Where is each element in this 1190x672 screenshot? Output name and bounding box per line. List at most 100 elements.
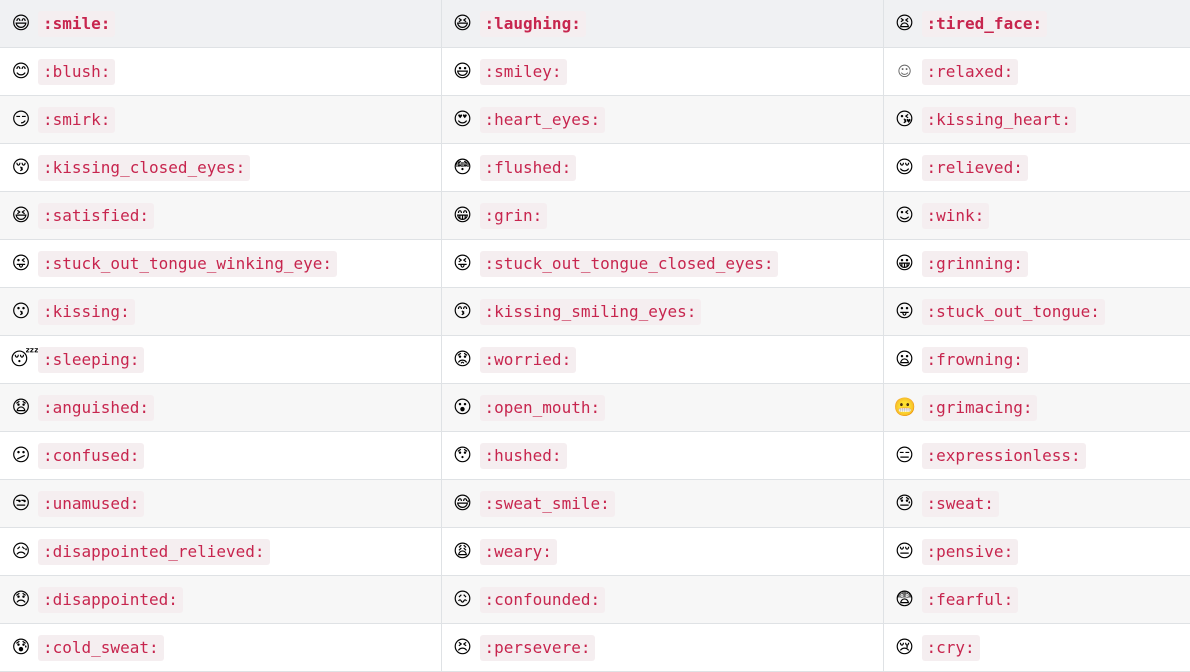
cold-sweat-icon: 😰: [11, 636, 31, 658]
sweat-icon: 😓: [895, 492, 914, 514]
disappointed-relieved-icon: 😥: [11, 540, 31, 562]
table-row: 😒 :unamused: 😅:sweat_smile: 😓 :sweat:: [0, 479, 1190, 528]
grimacing-icon: 😬: [893, 396, 916, 418]
expressionless-icon: 😑: [895, 444, 914, 466]
emoji-code: :disappointed:: [38, 586, 183, 613]
table-cell: 😊 :blush:: [0, 47, 442, 96]
emoji-code: :pensive:: [921, 538, 1019, 565]
grinning-icon: 😀: [895, 252, 914, 274]
stuck-out-tongue-winking-eye-icon: 😜: [11, 252, 31, 274]
emoji-code: :grimacing:: [921, 394, 1038, 421]
table-cell: 😒 :unamused:: [0, 479, 442, 528]
wink-icon: 😉: [895, 204, 914, 226]
table-cell: 😗 :kissing:: [0, 287, 442, 336]
table-cell: 😬:grimacing:: [883, 383, 1190, 432]
emoji-code: :weary:: [479, 538, 557, 565]
blush-icon: 😊: [11, 60, 31, 82]
emoji-code: :grinning:: [921, 250, 1028, 277]
table-cell: 😥:disappointed_relieved:: [0, 527, 442, 576]
smirk-icon: 😏: [11, 108, 31, 130]
table-cell: 😯:hushed:: [441, 431, 884, 480]
table-cell: ☺ :relaxed:: [883, 47, 1190, 96]
table-cell: 😢 :cry:: [883, 623, 1190, 672]
worried-icon: 😟: [453, 348, 472, 370]
table-cell: 😃 :smiley:: [441, 47, 884, 96]
table-cell: 😌:relieved:: [883, 143, 1190, 192]
stuck-out-tongue-icon: 😛: [895, 300, 914, 322]
table-cell: 😮 :open_mouth:: [441, 383, 884, 432]
table-cell: 😴:sleeping:: [0, 335, 442, 384]
table-row: 😞:disappointed: 😖:confounded: 😨:fearful:: [0, 575, 1190, 624]
emoji-code: :cry:: [921, 634, 980, 661]
confounded-icon: 😖: [453, 588, 472, 610]
emoji-code: :heart_eyes:: [479, 106, 606, 133]
table-cell: 😣:persevere:: [441, 623, 884, 672]
heart-eyes-icon: 😍: [453, 108, 472, 130]
table-cell: 😁 :grin:: [441, 191, 884, 240]
emoji-code: :stuck_out_tongue_winking_eye:: [38, 250, 337, 277]
emoji-code: :open_mouth:: [479, 394, 606, 421]
table-cell: 😕:confused:: [0, 431, 442, 480]
emoji-code: :smiley:: [479, 58, 567, 85]
table-row: 😕:confused: 😯:hushed: 😑:expressionless:: [0, 431, 1190, 480]
table-cell: 😨 :fearful:: [883, 575, 1190, 624]
kissing-heart-icon: 😘: [895, 108, 914, 130]
kissing-smiling-eyes-icon: 😙: [453, 300, 472, 322]
table-row: 😰:cold_sweat: 😣:persevere: 😢 :cry:: [0, 623, 1190, 672]
table-cell: 😆:laughing:: [441, 0, 884, 48]
relaxed-icon: ☺: [897, 63, 912, 80]
emoji-code: :smirk:: [38, 106, 116, 133]
table-row: 😆:satisfied: 😁:grin: 😉:wink:: [0, 191, 1190, 240]
emoji-code: :anguished:: [38, 394, 154, 421]
table-cell: 😅:sweat_smile:: [441, 479, 884, 528]
cry-icon: 😢: [895, 636, 914, 658]
table-cell: 😰:cold_sweat:: [0, 623, 442, 672]
emoji-code: :fearful:: [921, 586, 1019, 613]
open-mouth-icon: 😮: [453, 396, 472, 418]
table-cell: 😳:flushed:: [441, 143, 884, 192]
disappointed-icon: 😞: [11, 588, 31, 610]
table-row: 😜 :stuck_out_tongue_winking_eye: 😝 :stuck_…: [0, 239, 1190, 288]
stuck-out-tongue-closed-eyes-icon: 😝: [453, 252, 472, 274]
table-cell: 😛:stuck_out_tongue:: [883, 287, 1190, 336]
emoji-code: :persevere:: [479, 634, 596, 661]
emoji-code: :kissing:: [38, 298, 135, 325]
table-cell: 😞 :disappointed:: [0, 575, 442, 624]
satisfied-icon: 😆: [11, 204, 31, 226]
table-cell: 😉 :wink:: [883, 191, 1190, 240]
table-cell: 😫:tired_face:: [883, 0, 1190, 48]
emoji-code: :sweat:: [921, 490, 999, 517]
emoji-code: :flushed:: [479, 154, 577, 181]
table-cell: 😘 :kissing_heart:: [883, 95, 1190, 144]
fearful-icon: 😨: [895, 588, 914, 610]
table-cell: 😍 :heart_eyes:: [441, 95, 884, 144]
emoji-code: :wink:: [921, 202, 990, 229]
weary-icon: 😩: [453, 540, 472, 562]
emoji-code: :relaxed:: [921, 58, 1019, 85]
emoji-code: :blush:: [38, 58, 116, 85]
emoji-code: :unamused:: [38, 490, 145, 517]
frowning-icon: 😦: [895, 348, 914, 370]
table-row: 😊 :blush: 😃 :smiley: ☺ :relaxed:: [0, 47, 1190, 96]
table-cell: 😟:worried:: [441, 335, 884, 384]
emoji-code: :laughing:: [479, 10, 586, 37]
kissing-icon: 😗: [11, 300, 31, 322]
emoji-code: :grin:: [479, 202, 548, 229]
emoji-code: :kissing_closed_eyes:: [38, 154, 251, 181]
emoji-code: :kissing_heart:: [921, 106, 1076, 133]
anguished-icon: 😧: [11, 396, 31, 418]
emoji-code: :sleeping:: [38, 346, 145, 373]
table-row: 😥:disappointed_relieved: 😩:weary: 😔:pens…: [0, 527, 1190, 576]
emoji-code: :smile:: [38, 10, 116, 37]
table-row: 😧 :anguished: 😮 :open_mouth: 😬:grimacing:: [0, 383, 1190, 432]
smiley-icon: 😃: [453, 60, 472, 82]
table-cell: 😦:frowning:: [883, 335, 1190, 384]
table-header-row: 😄:smile: 😆:laughing: 😫:tired_face:: [0, 0, 1190, 48]
unamused-icon: 😒: [11, 492, 31, 514]
table-cell: 😧 :anguished:: [0, 383, 442, 432]
emoji-table: 😄:smile: 😆:laughing: 😫:tired_face: 😊 :blu…: [0, 0, 1190, 672]
emoji-code: :tired_face:: [921, 10, 1048, 37]
emoji-code: :stuck_out_tongue_closed_eyes:: [479, 250, 779, 277]
grin-icon: 😁: [453, 204, 472, 226]
emoji-code: :sweat_smile:: [479, 490, 615, 517]
